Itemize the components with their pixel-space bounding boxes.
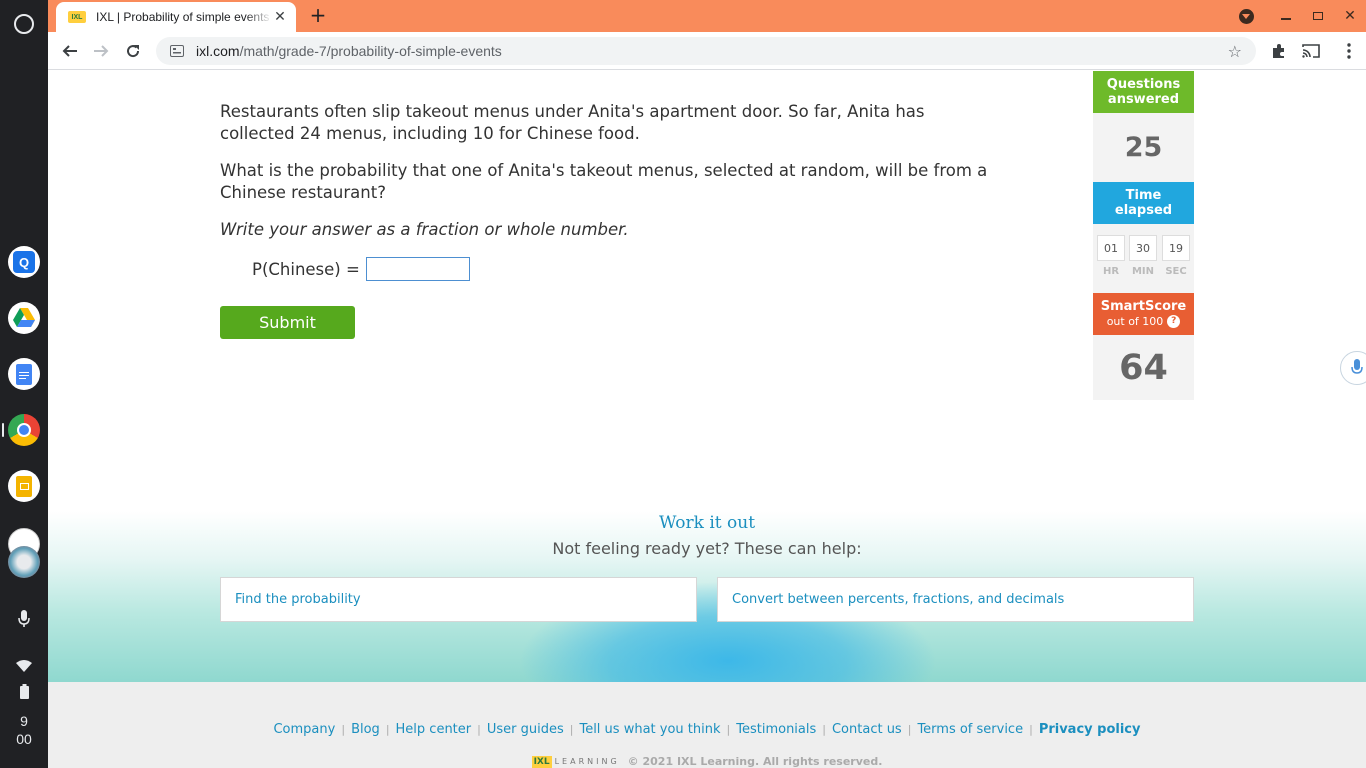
time-elapsed-label-1: Time — [1125, 188, 1162, 203]
restore-icon[interactable] — [1308, 6, 1328, 26]
time-elapsed-body: 01 30 19 HR MIN SEC — [1093, 224, 1194, 293]
close-window-icon[interactable]: ✕ — [1340, 6, 1360, 26]
footer: Company | Blog | Help center | User guides | Tel… — [48, 682, 1366, 768]
app-q-icon[interactable]: Q — [8, 246, 40, 278]
time-elapsed-header: Time elapsed — [1093, 182, 1194, 224]
questions-answered-header: Questions answered — [1093, 71, 1194, 113]
help-question-icon[interactable]: ? — [1167, 315, 1181, 328]
clock-minute: 00 — [16, 731, 32, 747]
footer-link-privacy[interactable]: Privacy policy — [1039, 722, 1141, 737]
copyright-row: IXL LEARNING © 2021 IXL Learning. All ri… — [48, 755, 1366, 768]
address-bar[interactable]: ixl.com/math/grade-7/probability-of-simp… — [156, 37, 1256, 65]
work-it-out-title: Work it out — [658, 513, 756, 533]
minutes-value: 30 — [1129, 235, 1157, 261]
clock-hour: 9 — [20, 713, 28, 729]
new-tab-button[interactable]: + — [306, 5, 330, 26]
submit-button[interactable]: Submit — [220, 306, 355, 339]
footer-links: Company | Blog | Help center | User guides | Tel… — [273, 722, 1141, 737]
smartscore-header: SmartScore out of 100 ? — [1093, 293, 1194, 335]
site-info-icon[interactable] — [170, 44, 184, 58]
wifi-icon[interactable] — [0, 660, 48, 672]
chromeos-shelf: Q 9 00 — [0, 0, 48, 768]
work-it-out-subtitle: Not feeling ready yet? These can help: — [552, 539, 862, 558]
forward-arrow-icon[interactable] — [90, 40, 112, 62]
ixl-page: Restaurants often slip takeout menus und… — [48, 71, 1366, 768]
voice-input-microphone-icon[interactable] — [1340, 351, 1366, 385]
question-paragraph-1: Restaurants often slip takeout menus und… — [220, 102, 925, 143]
seconds-value: 19 — [1162, 235, 1190, 261]
url-host: ixl.com — [196, 43, 240, 59]
tab-title: IXL | Probability of simple events — [96, 10, 270, 24]
active-app-indicator — [2, 423, 4, 437]
copyright-text: © 2021 IXL Learning. All rights reserved… — [627, 755, 883, 768]
hours-value: 01 — [1097, 235, 1125, 261]
answer-label: P(Chinese) = — [252, 259, 360, 279]
smartscore-sub-text: out of 100 — [1106, 315, 1164, 328]
footer-link-contact[interactable]: Contact us — [832, 722, 902, 737]
answer-input[interactable] — [365, 257, 470, 281]
footer-link-testimonials[interactable]: Testimonials — [736, 722, 816, 737]
footer-link-help-center[interactable]: Help center — [396, 722, 472, 737]
google-drive-icon[interactable] — [8, 302, 40, 334]
question-block: Restaurants often slip takeout menus und… — [220, 101, 1000, 256]
battery-icon[interactable] — [0, 684, 48, 699]
ixl-logo-word: LEARNING — [554, 757, 620, 766]
stats-sidebar: Questions answered 25 Time elapsed 01 30… — [1093, 71, 1194, 400]
minutes-label: MIN — [1131, 266, 1155, 277]
ixl-favicon-icon: IXL — [68, 11, 86, 23]
questions-answered-value: 25 — [1093, 113, 1194, 182]
tab-strip: IXL IXL | Probability of simple events ✕… — [48, 0, 1366, 32]
cast-icon[interactable] — [1300, 40, 1322, 62]
time-elapsed-label-2: elapsed — [1114, 203, 1173, 218]
questions-answered-label-2: answered — [1107, 92, 1180, 107]
smartscore-label: SmartScore — [1100, 299, 1187, 314]
footer-link-company[interactable]: Company — [273, 722, 335, 737]
seconds-label: SEC — [1165, 266, 1187, 277]
smartscore-subtitle: out of 100 ? — [1107, 314, 1181, 329]
work-it-out-section: Work it out Not feeling ready yet? These… — [48, 511, 1366, 682]
back-arrow-icon[interactable] — [59, 40, 81, 62]
clock[interactable]: 9 00 — [0, 712, 48, 748]
microphone-icon[interactable] — [0, 610, 48, 628]
help-card-find-probability[interactable]: Find the probability — [220, 577, 697, 622]
question-instruction: Write your answer as a fraction or whole… — [220, 220, 629, 239]
question-paragraph-2: What is the probability that one of Anit… — [220, 161, 988, 202]
bookmark-star-icon[interactable]: ☆ — [1228, 42, 1242, 61]
app-stack-icon-2[interactable] — [8, 546, 40, 578]
hours-label: HR — [1102, 266, 1120, 277]
browser-toolbar: ixl.com/math/grade-7/probability-of-simp… — [48, 32, 1366, 70]
google-docs-icon[interactable] — [8, 358, 40, 390]
footer-link-user-guides[interactable]: User guides — [487, 722, 564, 737]
answer-row: P(Chinese) = — [252, 257, 470, 281]
url-text: ixl.com/math/grade-7/probability-of-simp… — [196, 43, 502, 59]
launcher-icon[interactable] — [14, 14, 34, 34]
ixl-logo-mark: IXL — [531, 755, 552, 768]
url-path: /math/grade-7/probability-of-simple-even… — [239, 43, 502, 59]
profile-dropdown-icon[interactable] — [1236, 6, 1256, 26]
questions-answered-label-1: Questions — [1106, 77, 1181, 92]
close-tab-icon[interactable]: ✕ — [272, 9, 288, 25]
more-menu-icon[interactable] — [1338, 40, 1360, 62]
reload-icon[interactable] — [122, 40, 144, 62]
ixl-learning-logo: IXL LEARNING — [531, 755, 620, 768]
tab-ixl[interactable]: IXL IXL | Probability of simple events ✕ — [56, 2, 296, 32]
help-card-convert-percents[interactable]: Convert between percents, fractions, and… — [717, 577, 1194, 622]
minimize-icon[interactable] — [1276, 6, 1296, 26]
footer-link-blog[interactable]: Blog — [351, 722, 380, 737]
footer-link-feedback[interactable]: Tell us what you think — [579, 722, 720, 737]
google-slides-icon[interactable] — [8, 470, 40, 502]
footer-link-terms[interactable]: Terms of service — [917, 722, 1023, 737]
extensions-puzzle-icon[interactable] — [1268, 40, 1290, 62]
chrome-icon[interactable] — [8, 414, 40, 446]
smartscore-value: 64 — [1093, 335, 1194, 400]
